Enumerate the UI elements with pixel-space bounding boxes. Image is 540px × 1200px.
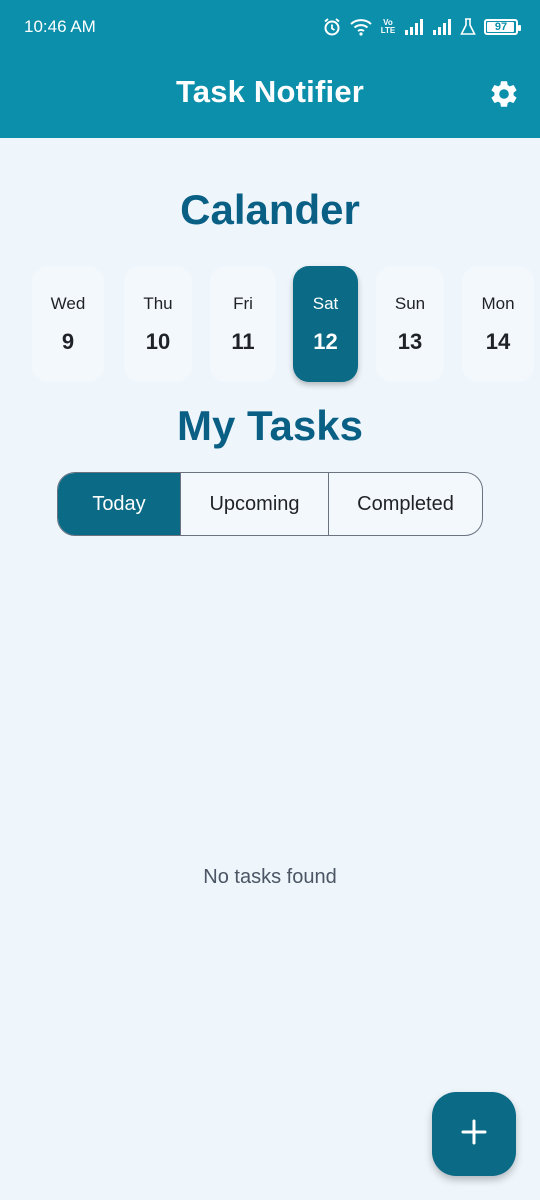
- status-icons: Vo LTE 97: [322, 16, 521, 38]
- day-name: Mon: [481, 294, 515, 313]
- day-name: Wed: [50, 294, 86, 313]
- app-title: Task Notifier: [175, 74, 365, 109]
- gear-icon: [488, 78, 520, 115]
- day-number: 10: [145, 329, 171, 354]
- tab-completed[interactable]: Completed: [328, 473, 482, 535]
- signal-icon: [404, 18, 424, 36]
- battery-icon: 97: [484, 19, 521, 35]
- day-name: Thu: [143, 294, 173, 313]
- wifi-icon: [350, 18, 372, 36]
- calendar-title: Calander: [180, 186, 360, 233]
- volte-icon: Vo LTE: [380, 18, 396, 35]
- plus-icon: [460, 1118, 488, 1151]
- day-name: Sat: [312, 294, 339, 313]
- day-number: 9: [61, 329, 75, 354]
- day-name: Fri: [233, 294, 253, 313]
- calendar-day-sat[interactable]: Sat 12: [293, 266, 358, 382]
- tab-upcoming[interactable]: Upcoming: [180, 473, 328, 535]
- day-number: 13: [397, 329, 423, 354]
- calendar-day-strip: Wed 9 Thu 10 Fri 11 Sat 12 Sun 13 Mon 14: [0, 266, 540, 384]
- add-task-button[interactable]: [432, 1092, 516, 1176]
- day-number: 11: [231, 329, 255, 354]
- app-bar: 10:46 AM Vo LTE 97 Task Notifier: [0, 0, 540, 138]
- tab-today[interactable]: Today: [58, 473, 180, 535]
- task-filter-tabs: Today Upcoming Completed: [57, 472, 483, 536]
- day-number: 14: [485, 329, 511, 354]
- empty-state-message: No tasks found: [203, 866, 337, 888]
- calendar-day-wed[interactable]: Wed 9: [32, 266, 104, 382]
- day-name: Sun: [394, 294, 426, 313]
- day-number: 12: [313, 329, 338, 354]
- lab-icon: [460, 18, 476, 36]
- alarm-icon: [322, 17, 342, 37]
- battery-level: 97: [494, 21, 508, 33]
- calendar-day-sun[interactable]: Sun 13: [376, 266, 444, 382]
- calendar-day-fri[interactable]: Fri 11: [210, 266, 276, 382]
- signal-icon: [432, 18, 452, 36]
- status-time: 10:46 AM: [24, 17, 96, 36]
- calendar-day-mon[interactable]: Mon 14: [462, 266, 534, 382]
- settings-button[interactable]: [488, 80, 520, 112]
- calendar-day-thu[interactable]: Thu 10: [124, 266, 192, 382]
- tasks-title: My Tasks: [177, 402, 363, 449]
- status-bar: 10:46 AM Vo LTE 97: [0, 0, 540, 56]
